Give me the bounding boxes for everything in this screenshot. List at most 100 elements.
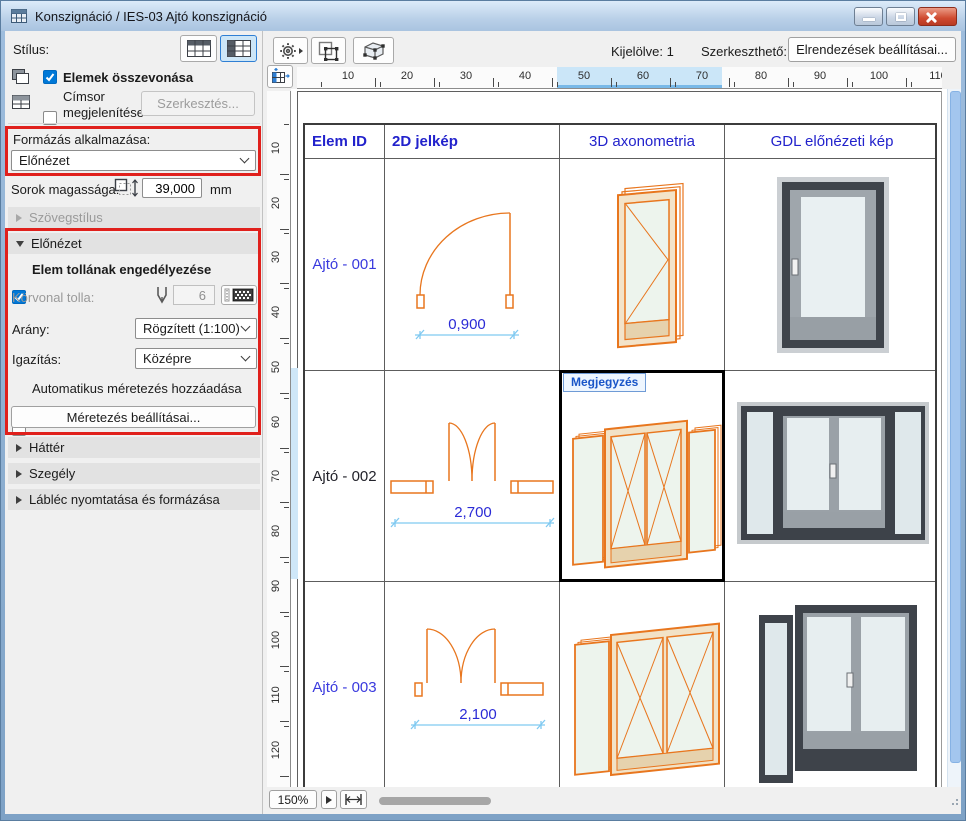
resize-grip[interactable] bbox=[952, 803, 954, 805]
ruler-tick bbox=[321, 82, 322, 87]
cell-id-row1[interactable]: Ajtó - 001 bbox=[305, 159, 384, 370]
merge-elements-icon bbox=[12, 69, 30, 84]
style-option-grid-button[interactable] bbox=[220, 35, 257, 62]
selected-cell-outline[interactable] bbox=[559, 370, 725, 582]
ruler-tick bbox=[852, 82, 853, 87]
row-height-unit: mm bbox=[210, 182, 232, 197]
horizontal-ruler[interactable]: 102030405060708090100110 bbox=[297, 67, 942, 89]
grid-line bbox=[305, 158, 935, 159]
collapsed-arrow-icon bbox=[16, 470, 22, 478]
header-2d-symbol[interactable]: 2D jelkép bbox=[385, 125, 559, 158]
ruler-number: 110 bbox=[924, 70, 942, 82]
ruler-number: 20 bbox=[270, 191, 282, 215]
scale-value: Rögzített (1:100) bbox=[143, 321, 240, 336]
ruler-tick bbox=[788, 78, 789, 87]
vertical-scrollbar-thumb[interactable] bbox=[950, 91, 961, 763]
edit-heading-button[interactable]: Szerkesztés... bbox=[141, 91, 255, 116]
section-border[interactable]: Szegély bbox=[8, 463, 260, 484]
title-bar[interactable]: Konszignáció / IES-03 Ajtó konszignáció bbox=[1, 1, 965, 31]
fit-width-button[interactable] bbox=[340, 790, 367, 809]
chevron-down-icon bbox=[241, 352, 251, 362]
ruler-tick bbox=[280, 229, 289, 230]
schedule-grid-icon bbox=[11, 9, 27, 23]
alignment-dropdown[interactable]: Középre bbox=[135, 348, 257, 369]
text-style-section-label: Szövegstílus bbox=[29, 210, 103, 225]
scheme-settings-button[interactable] bbox=[273, 37, 308, 64]
grid-table-icon bbox=[227, 40, 251, 57]
resize-grip[interactable] bbox=[956, 799, 958, 801]
header-gdl-preview[interactable]: GDL előnézeti kép bbox=[725, 125, 939, 158]
ruler-number: 10 bbox=[334, 70, 362, 82]
section-footer[interactable]: Lábléc nyomtatása és formázása bbox=[8, 489, 260, 510]
cell-note-label: Megjegyzés bbox=[563, 373, 646, 392]
chevron-down-icon bbox=[241, 322, 251, 332]
dimension-row2: 2,700 bbox=[454, 504, 492, 521]
dimension-settings-button[interactable]: Méretezés beállításai... bbox=[11, 406, 256, 428]
ruler-tick bbox=[670, 78, 671, 87]
preview-section-label: Előnézet bbox=[31, 236, 82, 251]
ruler-number: 30 bbox=[452, 70, 480, 82]
vertical-ruler[interactable]: 102030405060708090100110120 bbox=[267, 91, 291, 791]
ruler-tick bbox=[284, 671, 289, 672]
cell-id-row2[interactable]: Ajtó - 002 bbox=[305, 371, 384, 581]
grid-line bbox=[384, 125, 385, 788]
section-text-style[interactable]: Szövegstílus bbox=[8, 207, 260, 228]
ruler-tick bbox=[611, 78, 612, 87]
header-elem-id[interactable]: Elem ID bbox=[305, 125, 384, 158]
client-area: Stílus: bbox=[5, 31, 961, 814]
ruler-tick bbox=[280, 557, 289, 558]
ruler-tick bbox=[434, 78, 435, 87]
ruler-tick bbox=[284, 179, 289, 180]
select-2d-button[interactable] bbox=[311, 37, 346, 64]
marquee-2d-icon bbox=[318, 41, 340, 61]
resize-grip[interactable] bbox=[956, 803, 958, 805]
style-option-flat-button[interactable] bbox=[180, 35, 217, 62]
schedule-table[interactable]: Elem ID 2D jelkép 3D axonometria GDL elő… bbox=[303, 123, 937, 790]
ruler-tick bbox=[280, 174, 289, 175]
ruler-tick bbox=[847, 78, 848, 87]
apply-format-value: Előnézet bbox=[19, 153, 70, 168]
door-3d-row1 bbox=[597, 171, 697, 361]
selected-row-highlight bbox=[291, 368, 298, 579]
ruler-tick bbox=[284, 124, 289, 125]
ruler-number: 70 bbox=[688, 70, 716, 82]
pen-pattern-button[interactable] bbox=[221, 285, 257, 305]
ruler-tick bbox=[380, 82, 381, 87]
schedule-main-pane: Kijelölve: 1 Szerkeszthető: 1 Elrendezés… bbox=[264, 31, 961, 814]
expanded-arrow-icon bbox=[16, 241, 24, 247]
section-preview[interactable]: Előnézet bbox=[8, 233, 260, 254]
maximize-button[interactable] bbox=[886, 7, 915, 26]
sidebar-divider bbox=[8, 123, 260, 124]
cell-id-row3[interactable]: Ajtó - 003 bbox=[305, 582, 384, 791]
merge-elements-checkbox[interactable] bbox=[43, 70, 57, 84]
vertical-scrollbar[interactable] bbox=[947, 89, 961, 791]
scale-label: Arány: bbox=[12, 322, 50, 337]
table-arrows-icon bbox=[270, 68, 290, 85]
gdl-preview-row2 bbox=[737, 402, 929, 544]
section-background[interactable]: Háttér bbox=[8, 437, 260, 458]
collapsed-arrow-icon bbox=[16, 214, 22, 222]
ruler-tick bbox=[616, 82, 617, 87]
select-3d-button[interactable] bbox=[353, 37, 394, 64]
ruler-tick bbox=[284, 562, 289, 563]
apply-format-dropdown[interactable]: Előnézet bbox=[11, 150, 256, 171]
minimize-button[interactable] bbox=[854, 7, 883, 26]
alignment-value: Középre bbox=[143, 351, 191, 366]
scale-dropdown[interactable]: Rögzített (1:100) bbox=[135, 318, 257, 339]
layout-settings-button[interactable]: Elrendezések beállításai... bbox=[788, 37, 956, 62]
ruler-tick bbox=[280, 612, 289, 613]
ruler-tick bbox=[284, 616, 289, 617]
schedule-canvas[interactable]: Elem ID 2D jelkép 3D axonometria GDL elő… bbox=[291, 89, 947, 791]
row-height-input[interactable] bbox=[142, 178, 202, 198]
ruler-tick bbox=[280, 283, 289, 284]
ruler-tick bbox=[284, 288, 289, 289]
header-3d-axonometry[interactable]: 3D axonometria bbox=[560, 125, 724, 158]
gear-icon bbox=[279, 42, 303, 60]
close-button[interactable] bbox=[918, 7, 957, 26]
ruler-tick bbox=[280, 666, 289, 667]
zoom-level-button[interactable]: 150% bbox=[269, 790, 317, 809]
zoom-menu-button[interactable] bbox=[321, 790, 337, 809]
window-title: Konszignáció / IES-03 Ajtó konszignáció bbox=[35, 9, 267, 24]
ruler-origin-button[interactable] bbox=[267, 65, 293, 88]
horizontal-scrollbar-thumb[interactable] bbox=[379, 797, 491, 805]
